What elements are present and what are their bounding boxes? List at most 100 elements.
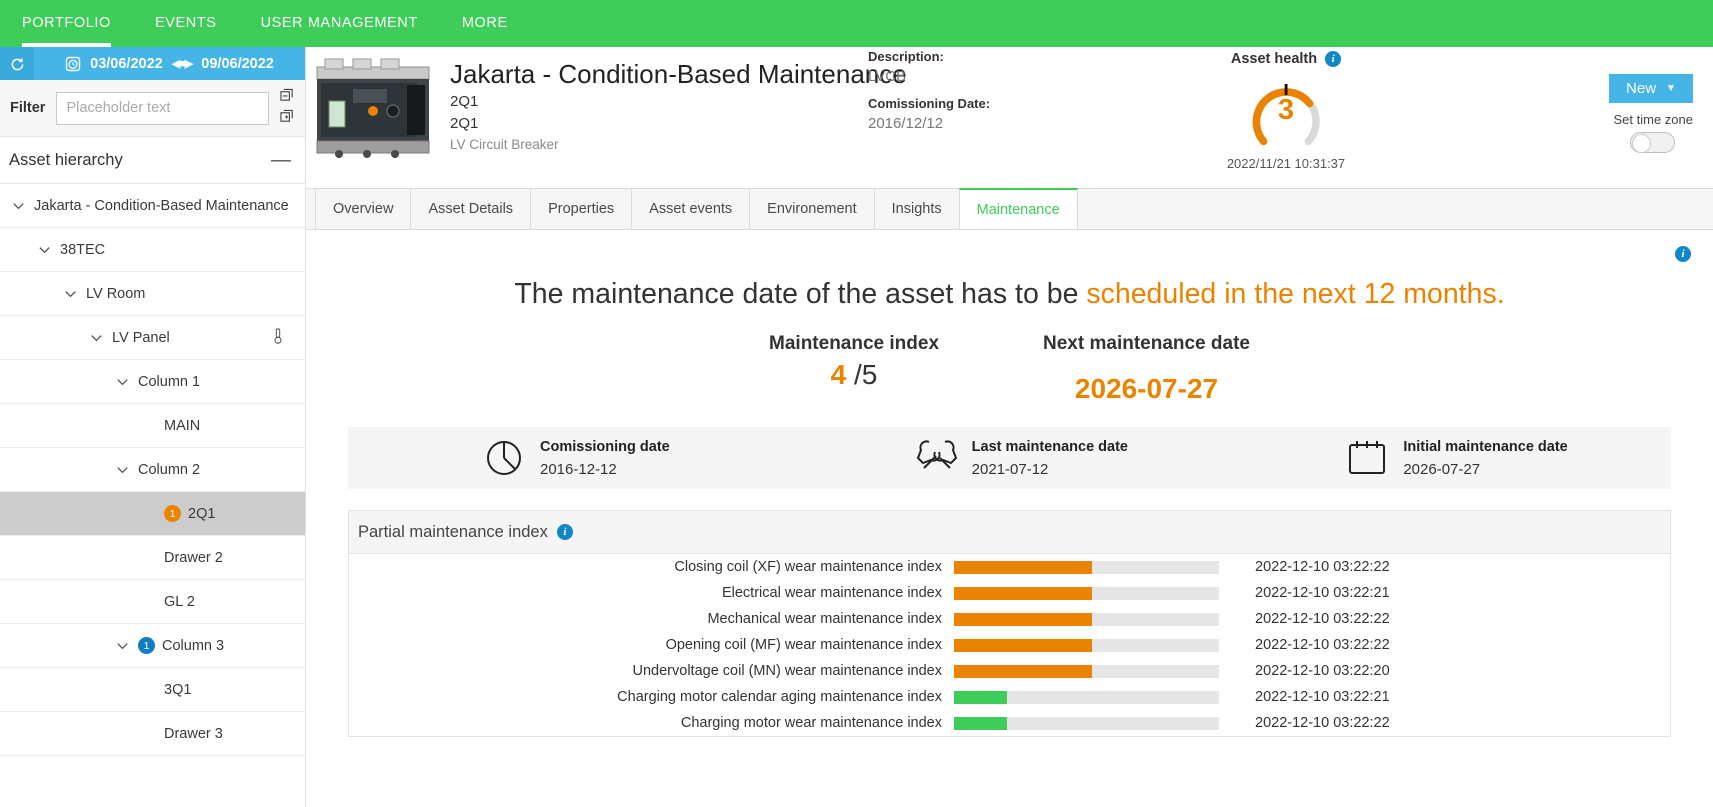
sidebar-item-3q1[interactable]: 3Q1 (0, 668, 305, 712)
sidebar-item-label: Column 2 (138, 461, 201, 478)
date-item-last-maintenance-date: Last maintenance date 2021-07-12 (808, 438, 1240, 478)
sidebar-item-column-3[interactable]: 1 Column 3 (0, 624, 305, 668)
tab-properties[interactable]: Properties (530, 189, 633, 229)
partial-maintenance-index-rows: Closing coil (XF) wear maintenance index… (349, 554, 1670, 736)
pmi-row-bar-cell (954, 560, 1234, 574)
progress-bar-fill (954, 612, 1092, 626)
maintenance-index-max: /5 (846, 359, 878, 390)
page-title: Jakarta - Condition-Based Maintenance (450, 59, 907, 89)
progress-bar-track (954, 638, 1219, 652)
sidebar-item-label: 38TEC (60, 241, 106, 258)
collapse-all-icon[interactable] (280, 88, 295, 107)
sidebar-item-main[interactable]: MAIN (0, 404, 305, 448)
date-value: 2016-12-12 (540, 460, 617, 478)
commissioning-date-label: Comissioning Date: (868, 96, 991, 111)
chevron-down-icon[interactable] (34, 240, 54, 260)
calendar-icon (1347, 438, 1387, 478)
sidebar-item-label: 3Q1 (164, 681, 192, 698)
sidebar-item-drawer-2[interactable]: Drawer 2 (0, 536, 305, 580)
sidebar-item-column-2[interactable]: Column 2 (0, 448, 305, 492)
maintenance-panel: i The maintenance date of the asset has … (306, 230, 1713, 807)
pmi-row-bar-cell (954, 612, 1234, 626)
kpi-value: 2026-07-27 (1043, 373, 1250, 405)
chevron-down-icon[interactable] (112, 460, 132, 480)
asset-health-timestamp: 2022/11/21 10:31:37 (1226, 156, 1346, 171)
table-row: Closing coil (XF) wear maintenance index… (349, 554, 1670, 580)
expand-all-icon[interactable] (280, 109, 295, 128)
chevron-down-icon[interactable] (112, 372, 132, 392)
tab-insights[interactable]: Insights (873, 189, 960, 229)
progress-bar-track (954, 690, 1219, 704)
topnav-item-events[interactable]: EVENTS (133, 0, 239, 47)
asset-name: 2Q1 (450, 93, 479, 110)
sidebar-item-38tec[interactable]: 38TEC (0, 228, 305, 272)
wrench-tools-icon (916, 438, 957, 478)
tab-asset-events[interactable]: Asset events (631, 189, 751, 229)
sidebar-item-label: Drawer 3 (164, 725, 223, 742)
kpi-maintenance-index: Maintenance index 4 /5 (769, 333, 939, 405)
sidebar-item-drawer-3[interactable]: Drawer 3 (0, 712, 305, 756)
asset-health-widget: Asset health i 3 2022/11/21 10:31:37 (1186, 51, 1386, 171)
date-range-selector[interactable]: 03/06/2022 ◀■▶ 09/06/2022 (34, 56, 305, 72)
collapse-panel-icon[interactable]: — (271, 150, 291, 170)
sidebar-item-jakarta-condition-based-maintenance[interactable]: Jakarta - Condition-Based Maintenance (0, 184, 305, 228)
partial-maintenance-index-header: Partial maintenance index i (349, 511, 1670, 554)
chevron-down-icon[interactable] (60, 284, 80, 304)
asset-hierarchy-title: Asset hierarchy (9, 150, 123, 169)
description-value: LVCB (868, 68, 907, 85)
asset-health-label: Asset health (1230, 51, 1318, 67)
maintenance-headline: The maintenance date of the asset has to… (306, 278, 1713, 311)
info-icon[interactable]: i (1325, 51, 1342, 67)
progress-bar-track (954, 586, 1219, 600)
pmi-row-label: Electrical wear maintenance index (721, 585, 942, 601)
pmi-row-label: Opening coil (MF) wear maintenance index (665, 637, 942, 653)
set-time-zone-toggle[interactable] (1630, 132, 1675, 153)
refresh-icon[interactable] (0, 47, 34, 80)
chevron-down-icon[interactable] (86, 328, 106, 348)
chevron-down-icon[interactable] (112, 636, 132, 656)
progress-bar-track (954, 612, 1219, 626)
sidebar-item-column-1[interactable]: Column 1 (0, 360, 305, 404)
date-texts: Last maintenance date 2021-07-12 (972, 439, 1128, 478)
search-input[interactable] (56, 91, 269, 125)
pmi-row-bar-cell (954, 664, 1234, 678)
asset-hierarchy-header: Asset hierarchy — (0, 137, 305, 184)
date-texts: Initial maintenance date 2026-07-27 (1403, 439, 1567, 478)
asset-health-title-row: Asset health i (1186, 51, 1386, 67)
date-range-bar[interactable]: 03/06/2022 ◀■▶ 09/06/2022 (0, 47, 305, 80)
tab-overview[interactable]: Overview (315, 189, 412, 229)
asset-description-block: Description: LVCB Comissioning Date: 201… (868, 49, 990, 132)
pmi-row-timestamp: 2022-12-10 03:22:22 (1255, 715, 1390, 731)
sidebar-item-2q1[interactable]: 1 2Q1 (0, 492, 305, 536)
topnav-item-user-management[interactable]: USER MANAGEMENT (239, 0, 440, 47)
date-item-initial-maintenance-date: Initial maintenance date 2026-07-27 (1239, 438, 1671, 478)
asset-hierarchy-tree: Jakarta - Condition-Based Maintenance 38T… (0, 184, 305, 756)
date-range-start: 03/06/2022 (90, 55, 163, 72)
date-range-arrows: ◀■▶ (171, 58, 194, 70)
application-window: PORTFOLIO EVENTS USER MANAGEMENT MORE 03/0 (0, 0, 1713, 807)
tab-maintenance[interactable]: Maintenance (958, 188, 1078, 229)
chevron-down-icon[interactable] (8, 196, 28, 216)
pmi-row-timestamp: 2022-12-10 03:22:22 (1255, 637, 1390, 653)
table-row: Electrical wear maintenance index 2022-12… (349, 580, 1670, 606)
sidebar-item-gl-2[interactable]: GL 2 (0, 580, 305, 624)
maintenance-info-icon-wrap: i (1675, 244, 1691, 262)
date-value: 2026-07-27 (1403, 460, 1481, 478)
tab-environement[interactable]: Environement (749, 189, 875, 229)
topnav-item-portfolio[interactable]: PORTFOLIO (0, 0, 133, 47)
date-texts: Comissioning date 2016-12-12 (540, 439, 670, 478)
kpi-next-maintenance-date: Next maintenance date 2026-07-27 (1043, 333, 1250, 405)
info-icon[interactable]: i (1675, 246, 1691, 262)
kpi-label: Maintenance index (769, 333, 940, 354)
sidebar-item-label: MAIN (164, 417, 201, 434)
thermometer-icon[interactable] (273, 327, 283, 348)
pmi-row-timestamp: 2022-12-10 03:22:21 (1255, 585, 1390, 601)
progress-bar-fill (954, 586, 1092, 600)
info-icon[interactable]: i (556, 524, 573, 540)
tab-asset-details[interactable]: Asset Details (410, 189, 532, 229)
sidebar-item-lv-room[interactable]: LV Room (0, 272, 305, 316)
topnav-item-more[interactable]: MORE (440, 0, 530, 47)
sidebar-item-lv-panel[interactable]: LV Panel (0, 316, 305, 360)
new-button[interactable]: New ▼ (1609, 74, 1693, 103)
